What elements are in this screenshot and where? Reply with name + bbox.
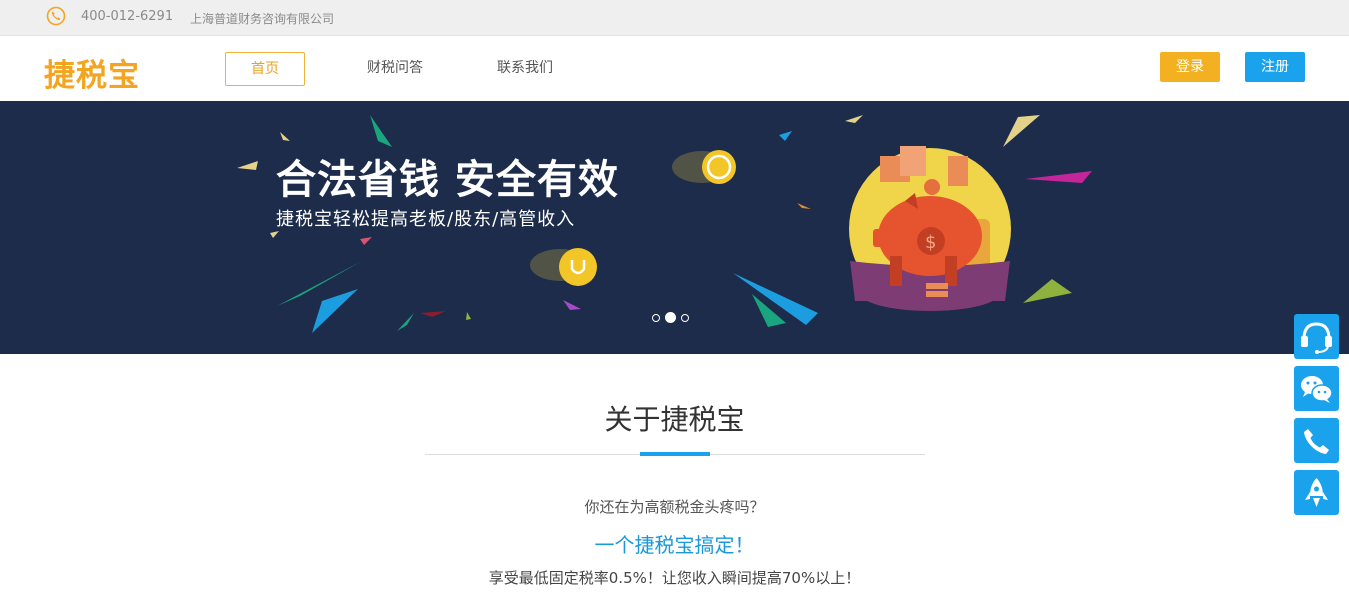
about-benefit: 享受最低固定税率0.5%！让您收入瞬间提高70%以上！ bbox=[488, 569, 861, 587]
sidebar-back-to-top[interactable] bbox=[1294, 470, 1339, 515]
about-title: 关于捷税宝 bbox=[604, 403, 745, 436]
sidebar-phone[interactable] bbox=[1294, 418, 1339, 463]
wechat-icon bbox=[1301, 376, 1333, 403]
carousel-dot-active[interactable] bbox=[665, 312, 676, 323]
about-question: 你还在为高额税金头疼吗？ bbox=[584, 498, 765, 516]
banner-headline: 合法省钱 安全有效 bbox=[276, 157, 619, 203]
nav-contact[interactable]: 联系我们 bbox=[490, 52, 560, 84]
rocket-icon bbox=[1305, 478, 1328, 507]
banner-subline: 捷税宝轻松提高老板/股东/高管收入 bbox=[276, 209, 576, 230]
login-button[interactable]: 登录 bbox=[1160, 52, 1220, 82]
sidebar-customer-service[interactable] bbox=[1294, 314, 1339, 359]
nav-home[interactable]: 首页 bbox=[225, 52, 305, 86]
carousel-dot[interactable] bbox=[681, 313, 689, 322]
carousel-dot[interactable] bbox=[652, 313, 660, 322]
hotline-number: 400-012-6291 bbox=[81, 9, 174, 24]
about-slogan: 一个捷税宝搞定！ bbox=[594, 533, 755, 557]
register-button[interactable]: 注册 bbox=[1245, 52, 1305, 82]
about-divider-accent bbox=[640, 452, 710, 456]
site-logo[interactable]: 捷税宝 bbox=[44, 50, 140, 95]
top-bar: 400-012-6291 上海普道财务咨询有限公司 bbox=[0, 0, 1349, 36]
phone-circle-icon bbox=[46, 6, 66, 26]
headset-icon bbox=[1301, 322, 1332, 354]
nav-tax-qa[interactable]: 财税问答 bbox=[360, 52, 430, 84]
company-name: 上海普道财务咨询有限公司 bbox=[190, 12, 335, 26]
phone-icon bbox=[1304, 429, 1329, 454]
carousel-dots bbox=[652, 307, 694, 326]
main-header: 捷税宝 首页 财税问答 联系我们 登录 注册 bbox=[0, 36, 1349, 101]
svg-text:$: $ bbox=[925, 232, 936, 253]
hero-banner[interactable]: $ 合法省钱 安全有效 捷税宝轻松提高老板/股东/高管收入 bbox=[0, 101, 1349, 354]
sidebar-wechat[interactable] bbox=[1294, 366, 1339, 411]
